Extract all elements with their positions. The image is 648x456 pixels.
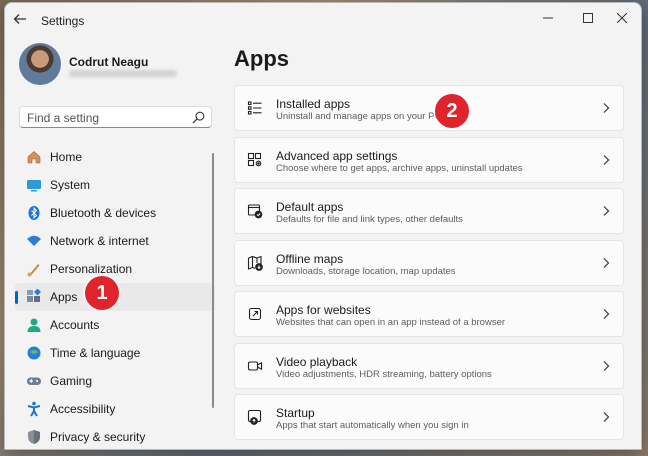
minimize-button[interactable]: [533, 7, 563, 29]
sidebar-item-label: Bluetooth & devices: [50, 206, 157, 220]
chevron-right-icon: [603, 257, 610, 268]
accessibility-icon: [27, 401, 41, 417]
card-offline-maps[interactable]: Offline maps Downloads, storage location…: [234, 239, 624, 286]
accounts-icon: [27, 318, 41, 332]
card-title: Video playback: [276, 354, 358, 369]
sidebar-item-personalization[interactable]: Personalization: [15, 255, 215, 283]
apps-for-websites-icon: [248, 307, 262, 321]
sidebar-item-system[interactable]: System: [15, 171, 215, 199]
sidebar-item-label: Gaming: [50, 374, 93, 388]
sidebar-item-label: Accounts: [50, 318, 100, 332]
search-icon[interactable]: [192, 111, 205, 124]
sidebar-item-label: Privacy & security: [50, 430, 146, 444]
card-default-apps[interactable]: Default apps Defaults for file and link …: [234, 188, 624, 234]
card-apps-for-websites[interactable]: Apps for websites Websites that can open…: [234, 291, 624, 337]
sidebar-scrollbar[interactable]: [212, 153, 214, 408]
maximize-button[interactable]: [573, 7, 603, 29]
card-subtitle: Apps that start automatically when you s…: [276, 420, 469, 431]
sidebar-item-label: Personalization: [50, 262, 133, 276]
card-title: Apps for websites: [276, 303, 371, 317]
maximize-icon: [583, 13, 593, 23]
minimize-icon: [543, 17, 553, 19]
card-subtitle: Defaults for file and link types, other …: [276, 214, 463, 225]
personalization-icon: [27, 264, 40, 277]
annotation-badge-2: 2: [435, 94, 469, 128]
annotation-badge-1: 1: [85, 276, 119, 310]
video-playback-icon: [247, 360, 263, 371]
card-subtitle: Video adjustments, HDR streaming, batter…: [276, 368, 492, 380]
search-box[interactable]: Find a setting: [19, 106, 212, 128]
sidebar-item-label: System: [50, 178, 91, 192]
default-apps-icon: [247, 204, 263, 219]
sidebar-item-gaming[interactable]: Gaming: [15, 367, 215, 395]
chevron-right-icon: [603, 309, 610, 319]
chevron-right-icon: [603, 412, 610, 422]
sidebar-item-label: Accessibility: [50, 402, 116, 416]
card-title: Startup: [276, 406, 315, 420]
card-title: Advanced app settings: [276, 148, 398, 163]
bluetooth-icon: [28, 206, 40, 220]
close-button[interactable]: [607, 7, 637, 29]
chevron-right-icon: [603, 154, 610, 165]
back-button[interactable]: [13, 12, 31, 28]
chevron-right-icon: [603, 206, 610, 216]
startup-icon: [247, 409, 262, 425]
back-arrow-icon: [13, 14, 26, 24]
sidebar-item-label: Home: [50, 150, 83, 164]
chevron-right-icon: [603, 360, 610, 371]
network-icon: [27, 235, 41, 246]
gaming-icon: [27, 377, 41, 385]
card-title: Offline maps: [276, 251, 344, 266]
search-input[interactable]: Find a setting: [27, 111, 99, 125]
card-advanced-app-settings[interactable]: Advanced app settings Choose where to ge…: [234, 136, 624, 183]
card-subtitle: Uninstall and manage apps on your PC: [276, 111, 442, 122]
advanced-app-settings-icon: [247, 152, 262, 166]
sidebar-item-accessibility[interactable]: Accessibility: [15, 395, 215, 423]
avatar[interactable]: [19, 43, 61, 85]
apps-icon: [27, 289, 42, 302]
sidebar-item-label: Apps: [50, 290, 78, 304]
card-video-playback[interactable]: Video playback Video adjustments, HDR st…: [234, 342, 624, 389]
chevron-right-icon: [603, 103, 610, 113]
card-title: Installed apps: [276, 97, 351, 111]
card-subtitle: Downloads, storage location, map updates: [276, 265, 456, 277]
settings-window: Settings Codrut Neagu Find a setting Hom…: [4, 2, 642, 450]
sidebar-item-bluetooth[interactable]: Bluetooth & devices: [15, 199, 215, 227]
sidebar-item-label: Network & internet: [50, 234, 149, 248]
sidebar-item-label: Time & language: [50, 346, 141, 360]
active-indicator: [15, 291, 18, 304]
app-title: Settings: [41, 14, 85, 28]
sidebar-item-network[interactable]: Network & internet: [15, 227, 215, 255]
shield-icon: [28, 430, 40, 444]
card-installed-apps[interactable]: Installed apps Uninstall and manage apps…: [234, 85, 624, 131]
sidebar-item-accounts[interactable]: Accounts: [15, 311, 215, 339]
user-email-redacted: [69, 70, 177, 77]
time-language-icon: [27, 346, 41, 360]
card-subtitle: Websites that can open in an app instead…: [276, 317, 506, 328]
installed-apps-icon: [247, 101, 262, 115]
sidebar-item-privacy-security[interactable]: Privacy & security: [15, 423, 215, 449]
home-icon: [27, 151, 41, 164]
offline-maps-icon: [247, 255, 263, 271]
sidebar-item-time-language[interactable]: Time & language: [15, 339, 215, 367]
card-title: Default apps: [276, 200, 344, 214]
close-icon: [617, 13, 627, 23]
system-icon: [27, 180, 41, 192]
page-title: Apps: [234, 46, 289, 71]
card-startup[interactable]: Startup Apps that start automatically wh…: [234, 394, 624, 440]
title-bar: Settings: [5, 3, 641, 37]
settings-cards: Installed apps Uninstall and manage apps…: [234, 85, 624, 446]
card-subtitle: Choose where to get apps, archive apps, …: [276, 162, 523, 174]
sidebar-item-home[interactable]: Home: [15, 143, 215, 171]
user-name: Codrut Neagu: [69, 55, 149, 69]
